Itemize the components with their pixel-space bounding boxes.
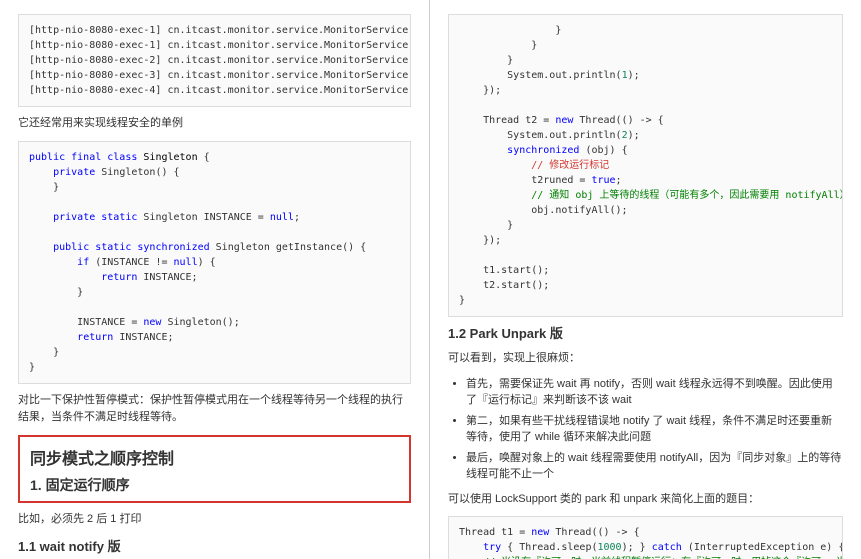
section-box: 同步模式之顺序控制 1. 固定运行顺序 (18, 435, 411, 503)
park-code: Thread t1 = new Thread(() -> { try { Thr… (448, 516, 843, 559)
log-4: [http-nio-8080-exec-4] cn.itcast.monitor… (29, 85, 411, 96)
list-item: 首先，需要保证先 wait 再 notify，否则 wait 线程永远得不到唤醒… (466, 376, 843, 409)
singleton-code: public final class Singleton { private S… (18, 141, 411, 384)
compare-text: 对比一下保护性暂停模式：保护性暂停模式用在一个线程等待另一个线程的执行结果，当条… (18, 392, 411, 427)
heading-main: 同步模式之顺序控制 (30, 445, 399, 469)
issue-list: 首先，需要保证先 wait 再 notify，否则 wait 线程永远得不到唤醒… (466, 376, 843, 483)
right-column: } } } System.out.println(1); }); Thread … (430, 0, 861, 559)
heading-num: 1. 固定运行顺序 (30, 475, 399, 495)
log-1: [http-nio-8080-exec-1] cn.itcast.monitor… (29, 40, 411, 51)
left-column: [http-nio-8080-exec-1] cn.itcast.monitor… (0, 0, 430, 559)
locksupport-text: 可以使用 LockSupport 类的 park 和 unpark 来简化上面的… (448, 491, 843, 509)
seen-text: 可以看到，实现上很麻烦： (448, 350, 843, 368)
list-item: 第二，如果有些干扰线程错误地 notify 了 wait 线程，条件不满足时还要… (466, 413, 843, 446)
log-2: [http-nio-8080-exec-2] cn.itcast.monitor… (29, 55, 411, 66)
order-text: 比如，必须先 2 后 1 打印 (18, 511, 411, 529)
singleton-text: 它还经常用来实现线程安全的单例 (18, 115, 411, 133)
log-block: [http-nio-8080-exec-1] cn.itcast.monitor… (18, 14, 411, 107)
top-code: } } } System.out.println(1); }); Thread … (448, 14, 843, 317)
log-0: [http-nio-8080-exec-1] cn.itcast.monitor… (29, 25, 411, 36)
log-3: [http-nio-8080-exec-3] cn.itcast.monitor… (29, 70, 411, 81)
heading-wait-notify: 1.1 wait notify 版 (18, 536, 411, 555)
heading-park: 1.2 Park Unpark 版 (448, 323, 843, 342)
list-item: 最后，唤醒对象上的 wait 线程需要使用 notifyAll，因为『同步对象』… (466, 450, 843, 483)
